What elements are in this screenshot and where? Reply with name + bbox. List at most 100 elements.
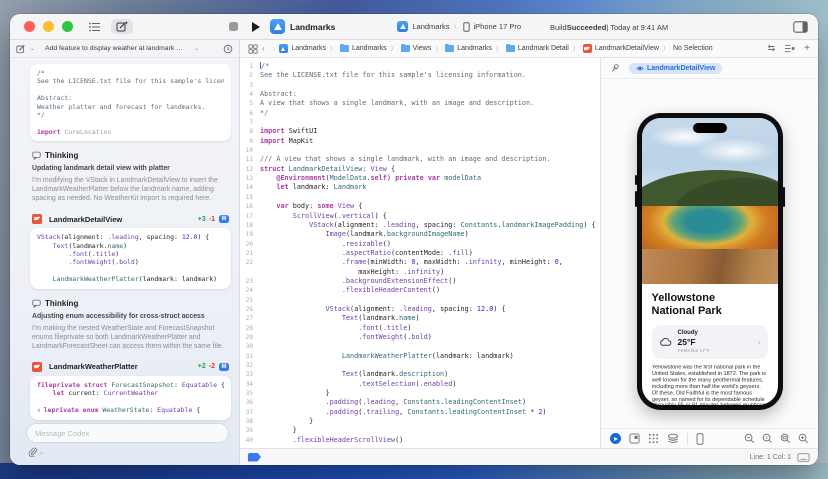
eye-icon: [636, 66, 644, 70]
code-line: 24 .flexibleHeaderContent(): [240, 286, 600, 295]
folder-icon: [445, 44, 455, 52]
zoom-in-button[interactable]: [798, 433, 809, 444]
zoom-to-fit-button[interactable]: [780, 433, 791, 444]
activity-status[interactable]: Build Succeeded | Today at 9:41 AM: [550, 14, 668, 40]
line-number: 13: [245, 175, 253, 183]
inspector-toggle-button[interactable]: [793, 21, 808, 33]
scheme-selector[interactable]: Landmarks 〉 iPhone 17 Pro: [397, 21, 521, 32]
zoom-window-button[interactable]: [62, 21, 73, 32]
line-number: 40: [245, 436, 253, 444]
source-editor[interactable]: 1/* 2 See the LICENSE.txt file for this sa…: [240, 58, 600, 448]
cloud-shape: [695, 138, 776, 164]
line-number: 1: [249, 63, 253, 70]
code-line: ∨ leprivate enum WeatherState: Equatable …: [37, 405, 201, 414]
scheme-name[interactable]: Landmarks: [412, 22, 449, 31]
navigator-list-icon[interactable]: [89, 22, 101, 32]
changed-file-header[interactable]: LandmarkDetailView +3 -1 M: [32, 214, 229, 225]
code-line: 3: [240, 81, 600, 90]
variants-button[interactable]: [648, 433, 659, 444]
code-line: 25: [240, 296, 600, 305]
breadcrumb-item[interactable]: Landmarks: [340, 44, 387, 52]
line-number: 39: [245, 427, 253, 435]
landmark-title: Yellowstone National Park: [651, 292, 722, 317]
code-line: 18 VStack(alignment: .leading, spacing: …: [240, 221, 600, 230]
weather-condition: Cloudy: [677, 330, 698, 336]
code-line: .fontWeight(.bold): [68, 258, 139, 267]
line-number: 17: [245, 212, 253, 220]
folder-icon: [505, 44, 515, 52]
code-line: 37 .padding(.trailing, Constants.leading…: [240, 408, 600, 417]
zoom-controls: 1: [744, 433, 809, 444]
line-number: 7: [249, 119, 253, 127]
code-line: 1/*: [240, 62, 600, 71]
zoom-100-button[interactable]: 1: [762, 433, 773, 444]
changed-file-header[interactable]: LandmarkWeatherPlatter +2 -2 M: [32, 361, 229, 372]
breadcrumb-item[interactable]: Landmark Detail: [505, 44, 569, 52]
back-button[interactable]: ‹: [262, 44, 265, 53]
minimize-window-button[interactable]: [43, 21, 54, 32]
weather-temperature: 25°F: [677, 337, 696, 347]
close-window-button[interactable]: [24, 21, 35, 32]
keyboard-icon[interactable]: [797, 452, 810, 462]
code-line: let current: CurrentWeather: [52, 389, 159, 398]
selectable-mode-button[interactable]: [629, 433, 640, 444]
jump-bar: ‹ › Landmarks 〉 Landmarks 〉 Views 〉 Landmarks 〉…: [240, 40, 818, 58]
thinking-section[interactable]: Thinking Adjusting enum accessibility fo…: [32, 299, 229, 351]
pin-icon[interactable]: [610, 63, 620, 74]
breadcrumb-item[interactable]: LandmarkDetailView: [582, 44, 659, 53]
device-settings-button[interactable]: [667, 433, 679, 444]
breadcrumb-item[interactable]: Landmarks: [445, 44, 492, 52]
thinking-label: Thinking: [45, 298, 79, 308]
code-line: 9 import MapKit: [240, 137, 600, 146]
breadcrumb-item[interactable]: No Selection: [673, 45, 713, 52]
chat-title[interactable]: Add feature to display weather at landma…: [45, 45, 187, 52]
message-input[interactable]: [26, 423, 229, 443]
folder-icon: [340, 44, 349, 52]
line-column-indicator: Line: 1 Col: 1: [749, 453, 791, 461]
svg-text:1: 1: [765, 435, 768, 440]
chat-history-icon[interactable]: [223, 44, 233, 54]
run-button[interactable]: [252, 21, 260, 32]
sub-toolbar: ⌄ Add feature to display weather at land…: [10, 40, 818, 58]
breadcrumb-item[interactable]: Landmarks: [279, 44, 326, 53]
run-destination[interactable]: iPhone 17 Pro: [473, 22, 521, 31]
code-review-icon[interactable]: ⇆: [768, 43, 776, 54]
coding-assistant-button[interactable]: [111, 19, 133, 34]
chevron-down-icon[interactable]: ⌄: [194, 45, 199, 52]
preview-device-button[interactable]: [696, 432, 704, 445]
diff-added-count: +2: [197, 363, 206, 371]
assistant-code-snippet: VStack(alignment: .leading, spacing: 12.…: [30, 228, 231, 289]
line-number: 29: [245, 333, 253, 341]
zoom-out-button[interactable]: [744, 433, 755, 444]
landmarks-app-icon: [270, 19, 285, 34]
breadcrumb-label: Landmark Detail: [517, 45, 569, 52]
forward-button[interactable]: ›: [273, 44, 276, 53]
add-editor-button[interactable]: +: [804, 43, 810, 54]
breadcrumb-item[interactable]: Views: [400, 44, 431, 52]
code-line: 22 .frame(minWidth: 0, maxWidth: .infini…: [240, 258, 600, 267]
breakpoints-toggle[interactable]: [248, 452, 261, 462]
scheme-app-icon: [397, 21, 409, 32]
chevron-down-icon[interactable]: ⌄: [30, 45, 35, 52]
line-number: 30: [245, 343, 253, 351]
related-items-icon[interactable]: [248, 43, 258, 54]
minimap-icon[interactable]: [784, 44, 795, 53]
code-line: 17 ScrollView(.vertical) {: [240, 212, 600, 221]
assistant-header: ⌄ Add feature to display weather at land…: [10, 40, 240, 58]
build-status-result: Succeeded: [566, 22, 607, 32]
code-line: /*: [37, 69, 45, 77]
new-chat-icon[interactable]: [16, 44, 26, 54]
weather-platter[interactable]: Cloudy 25°F Feels like 17°F ›: [651, 325, 768, 359]
code-line: fileprivate struct ForecastSnapshot: Equ…: [37, 380, 224, 389]
disclosure-chevron-icon[interactable]: ∨: [37, 407, 41, 414]
chevron-down-icon[interactable]: ⌄: [39, 449, 44, 456]
thinking-section[interactable]: Thinking Updating landmark detail view w…: [32, 151, 229, 203]
assistant-conversation: /* See the LICENSE.txt file for this samp…: [30, 64, 231, 421]
preview-selector[interactable]: LandmarkDetailView: [629, 62, 723, 74]
stop-button[interactable]: [229, 22, 238, 31]
code-line: 12 struct LandmarkDetailView: View {: [240, 165, 600, 174]
iphone-preview-device[interactable]: Yellowstone National Park Cloudy 25°F Fe…: [634, 113, 785, 410]
paperclip-icon[interactable]: [28, 447, 37, 457]
main-toolbar: Landmarks Landmarks 〉 iPhone 17 Pro Buil…: [10, 14, 818, 40]
live-preview-button[interactable]: [610, 433, 621, 444]
